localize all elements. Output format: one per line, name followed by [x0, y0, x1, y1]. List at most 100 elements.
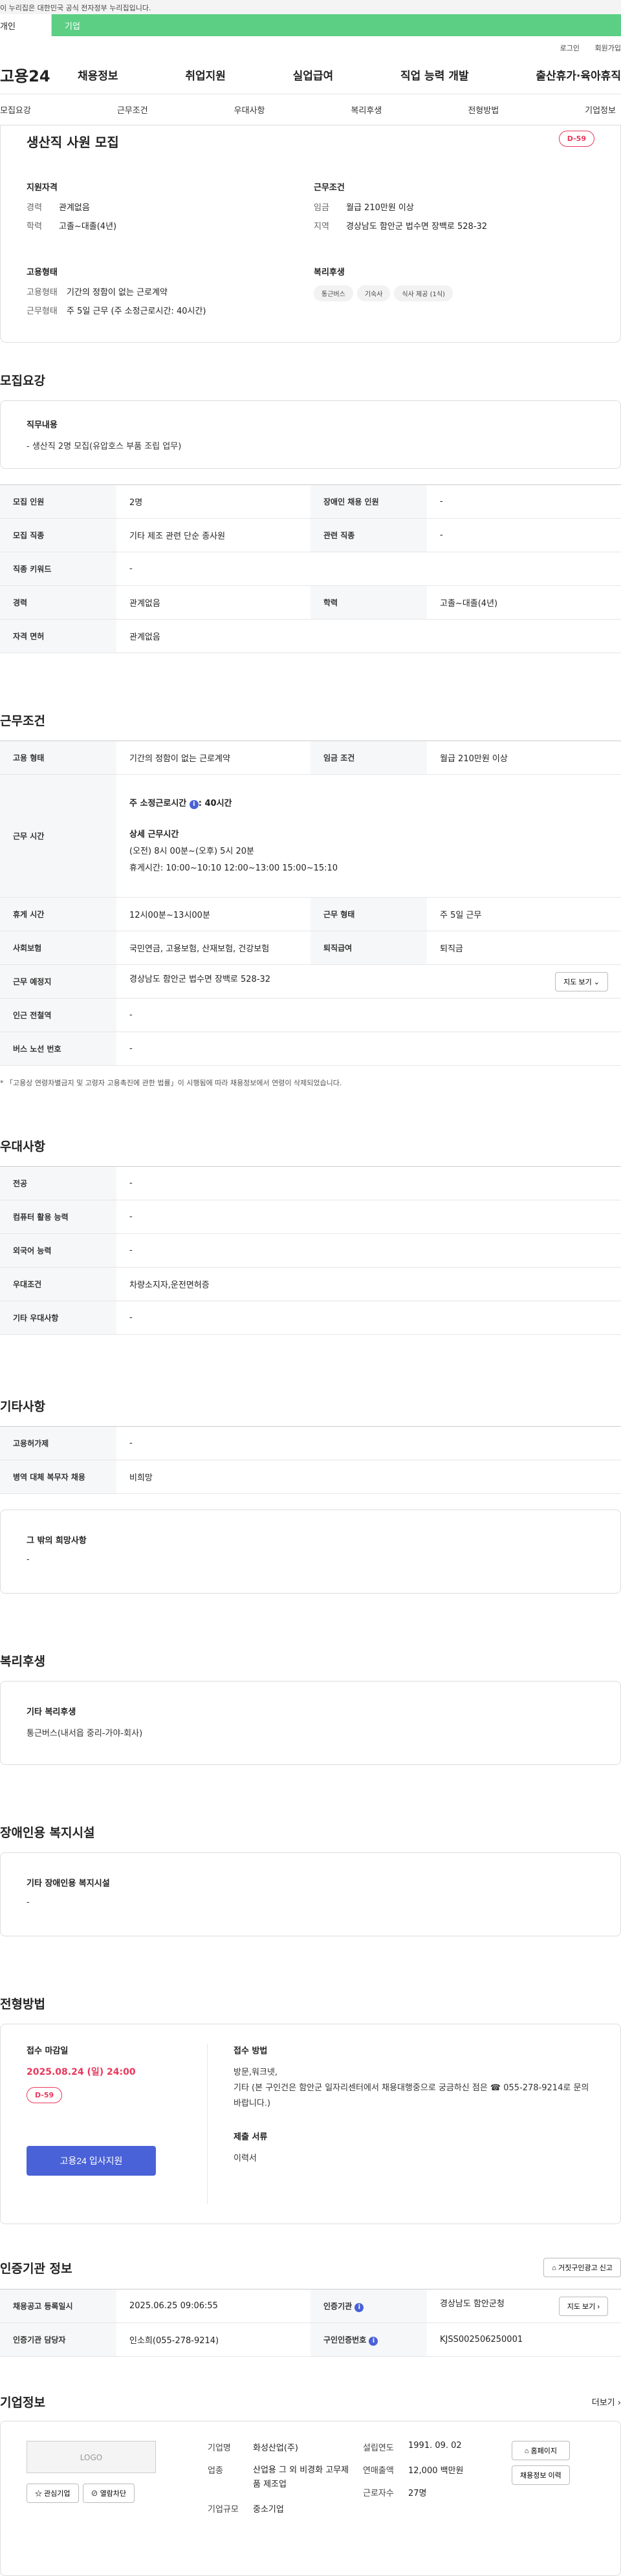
apply-button[interactable]: 고용24 입사지원 — [27, 2146, 156, 2176]
table-row: 인근 전철역 - — [0, 998, 621, 1032]
cell-value: - — [116, 1233, 621, 1268]
cell-value: 차량소지자,운전면허증 — [116, 1267, 621, 1301]
table-row: 우대조건 차량소지자,운전면허증 — [0, 1267, 621, 1301]
cell-value: - — [116, 1032, 621, 1066]
method-title: 전형방법 — [0, 1997, 45, 2011]
cell-value: 관계없음 — [116, 585, 310, 620]
signup-link[interactable]: 회원가입 — [595, 44, 621, 52]
section-etc: 기타사항 고용허가제 - 병역 대체 복무자 채용 비희망 그 밖의 희망사항 - — [0, 1397, 621, 1594]
more-label: 더보기 — [591, 2398, 615, 2408]
cell-value: 인소희(055-278-9214) — [116, 2322, 310, 2357]
gnb-item-unemployment-benefit[interactable]: 실업급여 — [293, 67, 334, 83]
info-icon[interactable]: i — [189, 799, 199, 809]
gnb-item-jobs[interactable]: 채용정보 — [78, 67, 118, 83]
pref-table: 전공 - 컴퓨터 활용 능력 - 외국어 능력 - 우대조건 차량소지자,운전면허증 기… — [0, 1166, 621, 1335]
cell-label: 직종 키워드 — [0, 552, 116, 586]
table-row: 병역 대체 복무자 채용 비희망 — [0, 1460, 621, 1494]
cell-value: 2025.06.25 09:06:55 — [116, 2289, 310, 2323]
favorite-button[interactable]: ☆ 관심기업 — [27, 2484, 79, 2503]
cell-label: 병역 대체 복무자 채용 — [0, 1460, 116, 1494]
value: 화성산업(주) — [253, 2443, 298, 2453]
label: 기업명 — [208, 2443, 231, 2453]
table-row: 기타 우대사항 - — [0, 1301, 621, 1335]
map-button[interactable]: 지도 보기 › — [558, 2296, 608, 2316]
table-row: 자격 면허 관계없음 — [0, 619, 621, 653]
subnav-company[interactable]: 기업정보 — [585, 103, 616, 116]
homepage-label: 홈페이지 — [530, 2447, 557, 2455]
gnb-item-job-training[interactable]: 직업 능력 개발 — [400, 67, 469, 83]
map-button[interactable]: 지도 보기 ⌄ — [555, 971, 608, 991]
cert-org-label: 인증기관 — [323, 2301, 353, 2311]
table-row: 휴게 시간 12시00분~13시00분 근무 형태 주 5일 근무 — [0, 897, 621, 931]
welfare-heading: 복리후생 — [314, 268, 345, 277]
table-row: 근무 예정지 경상남도 함안군 법수면 장백로 528-32 지도 보기 ⌄ — [0, 964, 621, 999]
section-disabled: 장애인용 복지시설 기타 장애인용 복지시설 - — [0, 1823, 621, 1936]
history-button[interactable]: 채용정보 이력 — [512, 2465, 570, 2485]
welfare-heading: 기타 복리후생 — [27, 1707, 76, 1717]
cell-label: 사회보험 — [0, 931, 116, 965]
homepage-button[interactable]: ⌂ 홈페이지 — [512, 2441, 570, 2460]
gnb-menu: 채용정보 취업지원 실업급여 직업 능력 개발 출산휴가·육아휴직 — [78, 67, 621, 83]
hours-detail-heading: 상세 근무시간 — [129, 829, 179, 839]
value: 산업용 그 외 비경화 고무제품 제조업 — [253, 2465, 349, 2489]
info-icon[interactable]: i — [369, 2336, 378, 2346]
cell-value: 비희망 — [116, 1460, 621, 1494]
welfare-value: 통근버스(내서읍 중리-가야-회사) — [27, 1729, 143, 1738]
tab-individual[interactable]: 개인 — [0, 14, 52, 36]
summary-card: 생산직 사원 모집 D-59 지원자격 경력 관계없음 학력 고졸~대졸(4년) 근… — [0, 125, 621, 343]
cell-value: 국민연금, 고용보험, 산재보험, 건강보험 — [116, 931, 310, 965]
login-link[interactable]: 로그인 — [560, 44, 580, 52]
workcond-table: 고용 형태 기간의 정함이 없는 근로계약 임금 조건 월급 210만원 이상 근무… — [0, 741, 621, 1066]
duty-value: - 생산직 2명 모집(유압호스 부품 조립 업무) — [27, 442, 182, 451]
block-button[interactable]: ⊘ 열람차단 — [82, 2484, 135, 2503]
subnav-welfare[interactable]: 복리후생 — [351, 103, 382, 116]
welfare-title: 복리후생 — [0, 1654, 45, 1669]
more-link[interactable]: 더보기 › — [592, 2396, 621, 2408]
cell-value: KJSS002506250001 — [427, 2322, 621, 2357]
section-nav: 모집요강 근무조건 우대사항 복리후생 전형방법 기업정보 — [0, 94, 621, 125]
global-nav: 고용24 채용정보 취업지원 실업급여 직업 능력 개발 출산휴가·육아휴직 — [0, 56, 621, 94]
hours-main: 주 소정근로시간 i: 40시간 — [129, 796, 608, 812]
block-icon: ⊘ — [91, 2490, 98, 2498]
report-button[interactable]: ⌂ 거짓구인광고 신고 — [543, 2258, 621, 2277]
disabled-value: - — [27, 1898, 30, 1907]
cell-label: 장애인 채용 인원 — [310, 484, 427, 519]
cell-value: 주 5일 근무 — [427, 897, 621, 931]
section-welfare: 복리후생 기타 복리후생 통근버스(내서읍 중리-가야-회사) — [0, 1652, 621, 1765]
company-card: LOGO ☆ 관심기업 ⊘ 열람차단 기업명 화성산업(주) 업종 산업용 그 외 … — [0, 2421, 621, 2576]
cell-label: 근무 시간 — [0, 774, 116, 898]
cell-value: 경상남도 함안군 법수면 장백로 528-32 지도 보기 ⌄ — [116, 964, 621, 999]
summary-row: 지역 경상남도 함안군 법수면 장백로 528-32 — [314, 219, 601, 232]
cell-value: 관계없음 — [116, 619, 621, 653]
cell-label: 기타 우대사항 — [0, 1301, 116, 1335]
cell-value: 기타 제조 관련 단순 종사원 — [116, 518, 310, 552]
info-icon[interactable]: i — [354, 2302, 364, 2312]
chevron-right-icon: › — [597, 2302, 600, 2311]
gnb-item-employment-support[interactable]: 취업지원 — [185, 67, 226, 83]
job-title: 생산직 사원 모집 — [27, 135, 119, 150]
deadline-heading: 접수 마감일 — [27, 2046, 69, 2056]
cell-value: 퇴직금 — [427, 931, 621, 965]
subnav-workcond[interactable]: 근무조건 — [117, 103, 148, 116]
cell-label: 임금 조건 — [310, 741, 427, 775]
site-logo[interactable]: 고용24 — [0, 63, 78, 86]
gnb-item-parental-leave[interactable]: 출산휴가·육아휴직 — [536, 67, 621, 83]
dday-badge: D-59 — [558, 131, 594, 147]
tab-corporate[interactable]: 기업 — [52, 14, 621, 36]
age-note: * 「고용상 연령차별금지 및 고령자 고용촉진에 관한 법률」이 시행됨에 따… — [0, 1079, 342, 1087]
apply-left: 접수 마감일 2025.08.24 (일) 24:00 D-59 고용24 입사… — [27, 2044, 208, 2204]
subnav-method[interactable]: 전형방법 — [468, 103, 499, 116]
cell-label: 모집 직종 — [0, 518, 116, 552]
cell-label: 학력 — [310, 585, 427, 620]
apply-right: 접수 방법 방문,워크넷, 기타 (본 구인건은 함안군 일자리센터에서 채용대… — [208, 2044, 594, 2204]
section-company: 기업정보 더보기 › LOGO ☆ 관심기업 ⊘ 열람차단 기업명 화성산업(주)… — [0, 2393, 621, 2576]
value: 고졸~대졸(4년) — [59, 222, 117, 232]
summary-cond: 근무조건 임금 월급 210만원 이상 지역 경상남도 함안군 법수면 장백로 52… — [314, 180, 601, 238]
cell-value: - — [116, 552, 621, 586]
way-value: 방문,워크넷, 기타 (본 구인건은 함안군 일자리센터에서 채용대행중으로 궁… — [234, 2065, 594, 2112]
table-row: 고용허가제 - — [0, 1426, 621, 1460]
subnav-pref[interactable]: 우대사항 — [234, 103, 265, 116]
hope-heading: 그 밖의 희망사항 — [27, 1536, 87, 1546]
subnav-recruit[interactable]: 모집요강 — [0, 103, 31, 116]
label: 경력 — [27, 203, 42, 213]
